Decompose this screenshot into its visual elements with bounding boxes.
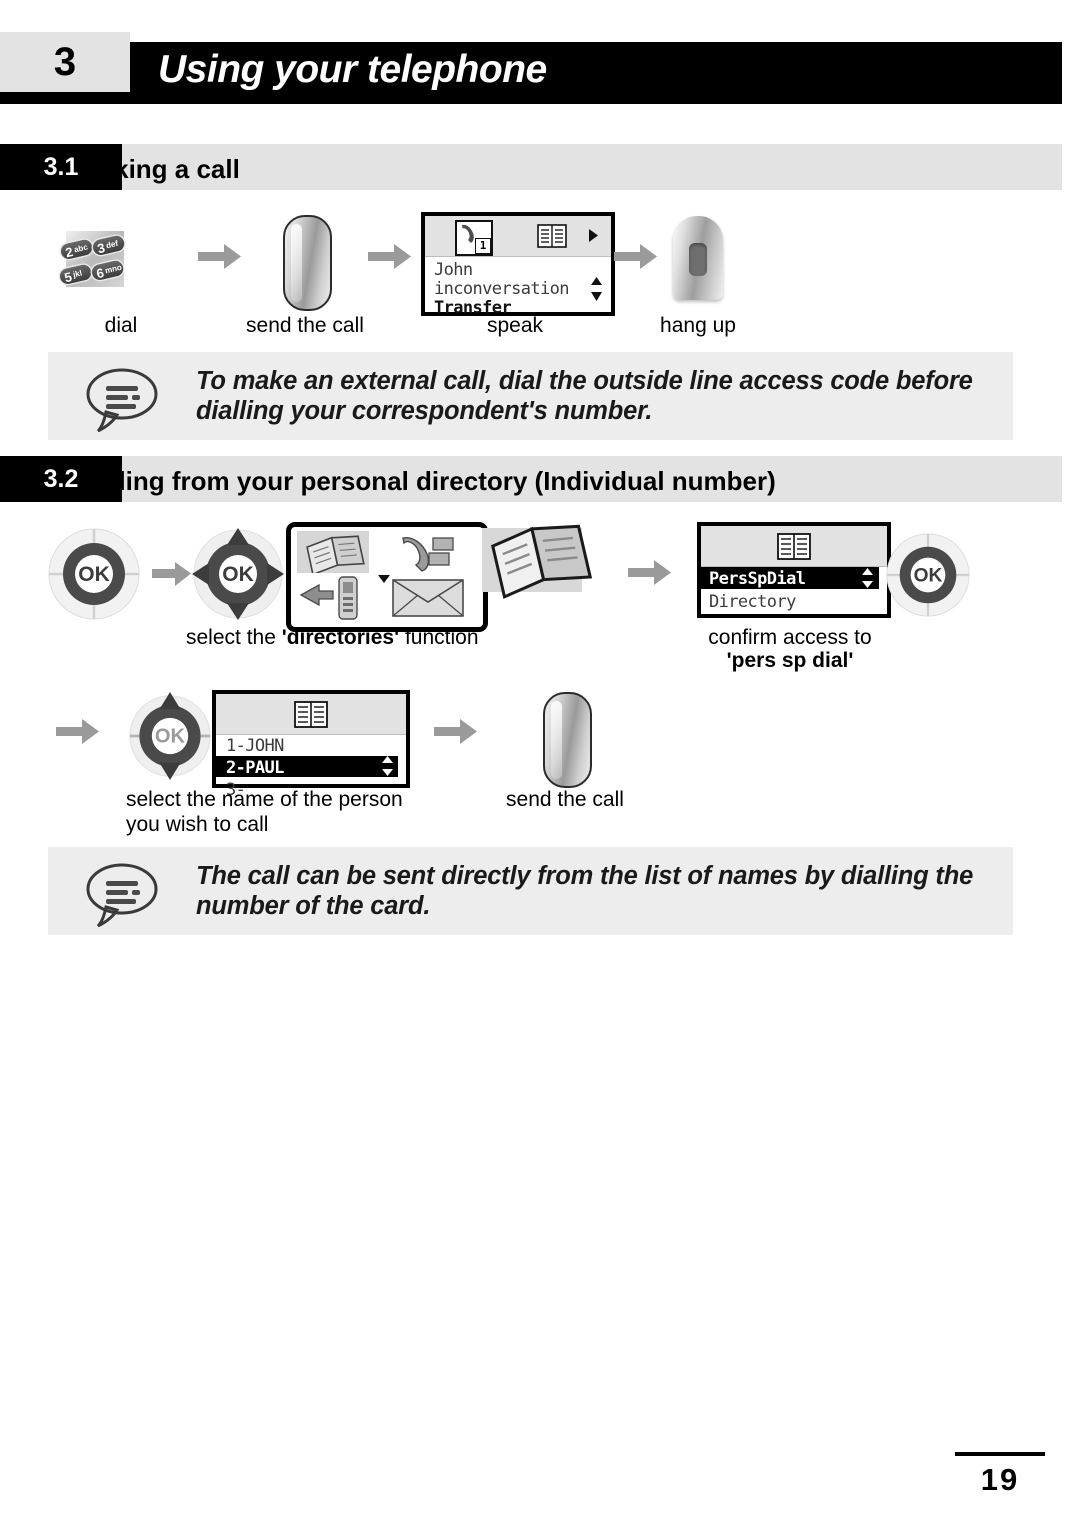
callback-mobile-icon[interactable] (299, 573, 371, 626)
keypad-icon: 2 abc 3 def 5 jkl 6 mno (56, 224, 134, 294)
manual-page: 3 Using your telephone 3.1 Making a call (0, 0, 1080, 1521)
svg-text:OK: OK (78, 563, 110, 586)
lcd-line-caller: John (434, 260, 473, 280)
chapter-number: 3 (53, 40, 77, 84)
address-book-icon[interactable] (305, 533, 369, 578)
section-title: Calling from your personal directory (In… (78, 466, 776, 496)
handset-key-icon (283, 215, 332, 311)
note-box-dial-card-number: The call can be sent directly from the l… (48, 847, 1013, 935)
directory-icon (777, 533, 811, 560)
lcd-status-bar (425, 216, 611, 257)
arrow-right-icon (614, 243, 658, 276)
section-number: 3.1 (43, 152, 79, 181)
caption-part-1: select the (186, 626, 282, 649)
phone-messages-icon[interactable] (395, 532, 465, 579)
scroll-up-down-icon (861, 568, 874, 593)
caption-part-2: function (399, 626, 479, 649)
section-number: 3.2 (43, 464, 79, 493)
step-caption-select-directories: select the 'directories' function (186, 625, 516, 651)
chevron-down-icon (377, 571, 391, 589)
step-caption-send-call-2: send the call (506, 788, 624, 811)
section-band (122, 144, 1062, 190)
speech-bubble-icon (84, 861, 162, 928)
lcd-menu-item-directory[interactable]: Directory (709, 592, 796, 612)
lcd-screen-in-call: 1 John inconversation Transfer (421, 212, 615, 318)
lcd-name-item-1[interactable]: 1-JOHN (226, 736, 284, 756)
caption-bold-directories: 'directories' (281, 626, 400, 649)
lcd-menu-item-label: PersSpDial (709, 569, 806, 589)
arrow-right-icon (152, 561, 192, 592)
handset-key-icon (543, 692, 592, 788)
arrow-right-icon (56, 718, 100, 751)
call-count-badge: 1 (475, 238, 491, 254)
section-header-3-2: 3.2 Calling from your personal directory… (0, 456, 1062, 502)
handset-icon: 1 (455, 220, 493, 256)
directory-icon (294, 701, 328, 728)
arrow-right-icon (368, 243, 412, 276)
page-number: 19 (980, 1462, 1020, 1497)
navigator-key-up-down-icon[interactable]: OK (126, 690, 214, 787)
step-caption-confirm-line2: 'pers sp dial' (726, 649, 854, 672)
lcd-menu-item-selected[interactable]: PersSpDial (701, 567, 879, 589)
step-caption-select-name-line2: you wish to call (126, 813, 269, 836)
key-gloss (291, 224, 302, 302)
lcd-line-status: inconversation (434, 279, 569, 299)
arrow-right-icon (434, 718, 478, 751)
ok-key-icon[interactable]: OK (48, 528, 140, 625)
directories-menu-panel[interactable] (286, 522, 488, 632)
footer-rule (955, 1452, 1045, 1456)
directory-icon (537, 224, 567, 248)
arrow-right-icon (198, 243, 242, 276)
speech-bubble-icon (84, 366, 162, 433)
lcd-screen-directories-menu: PersSpDial Directory (697, 522, 891, 618)
step-caption-speak: speak (486, 314, 544, 337)
arrow-right-icon (628, 559, 672, 592)
scroll-up-down-icon (381, 756, 394, 781)
chapter-number-box: 3 (0, 32, 130, 92)
svg-text:OK: OK (155, 726, 186, 748)
section-header-3-1: 3.1 Making a call (0, 144, 1062, 190)
step-caption-send-call: send the call (246, 314, 364, 337)
hangup-key-icon (673, 216, 723, 300)
address-book-large-icon (482, 518, 602, 610)
note-text: To make an external call, dial the outsi… (196, 367, 973, 426)
step-caption-select-name-line1: select the name of the person (126, 788, 403, 811)
step-caption-dial: dial (104, 314, 138, 337)
note-text: The call can be sent directly from the l… (196, 862, 974, 921)
note-box-external-call: To make an external call, dial the outsi… (48, 352, 1013, 440)
svg-text:OK: OK (222, 563, 254, 586)
navigator-key-icon[interactable]: OK (192, 528, 284, 625)
right-arrow-icon (588, 228, 599, 248)
hangup-key-inner (689, 243, 707, 276)
chapter-title: Using your telephone (158, 48, 547, 91)
envelope-icon[interactable] (391, 577, 467, 624)
lcd-name-item-selected[interactable]: 2-PAUL (216, 756, 398, 778)
svg-text:OK: OK (914, 565, 943, 586)
step-caption-confirm-line1: confirm access to (708, 626, 872, 649)
lcd-name-item-label: 2-PAUL (226, 758, 284, 778)
lcd-screen-name-list: 1-JOHN 2-PAUL 3- (212, 690, 410, 800)
key-gloss (551, 701, 562, 779)
ok-key-icon[interactable]: OK (886, 533, 970, 622)
section-title: Making a call (78, 154, 240, 184)
scroll-up-down-icon (590, 277, 603, 306)
step-caption-hangup: hang up (660, 314, 736, 337)
